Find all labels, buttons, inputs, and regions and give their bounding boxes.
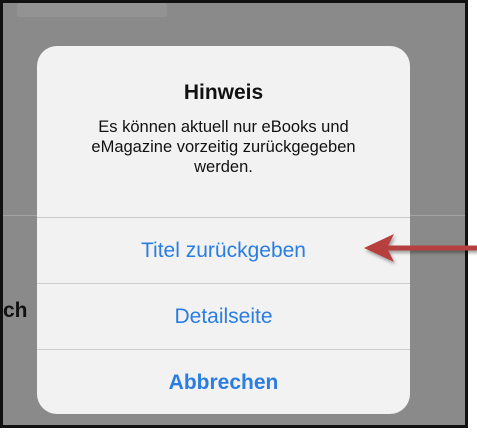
phone-screen: ch Hinweis Es können aktuell nur eBooks … xyxy=(0,0,468,428)
detail-page-button[interactable]: Detailseite xyxy=(37,284,410,350)
cancel-button[interactable]: Abbrechen xyxy=(37,350,410,414)
return-title-button[interactable]: Titel zurückgeben xyxy=(37,218,410,284)
alert-dialog: Hinweis Es können aktuell nur eBooks und… xyxy=(37,46,410,414)
alert-body: Hinweis Es können aktuell nur eBooks und… xyxy=(37,46,410,218)
background-header xyxy=(17,3,167,17)
alert-message: Es können aktuell nur eBooks und eMagazi… xyxy=(91,118,356,176)
annotation-arrow-icon xyxy=(364,234,477,262)
background-partial-text: ch xyxy=(3,299,28,322)
alert-title: Hinweis xyxy=(183,81,264,104)
